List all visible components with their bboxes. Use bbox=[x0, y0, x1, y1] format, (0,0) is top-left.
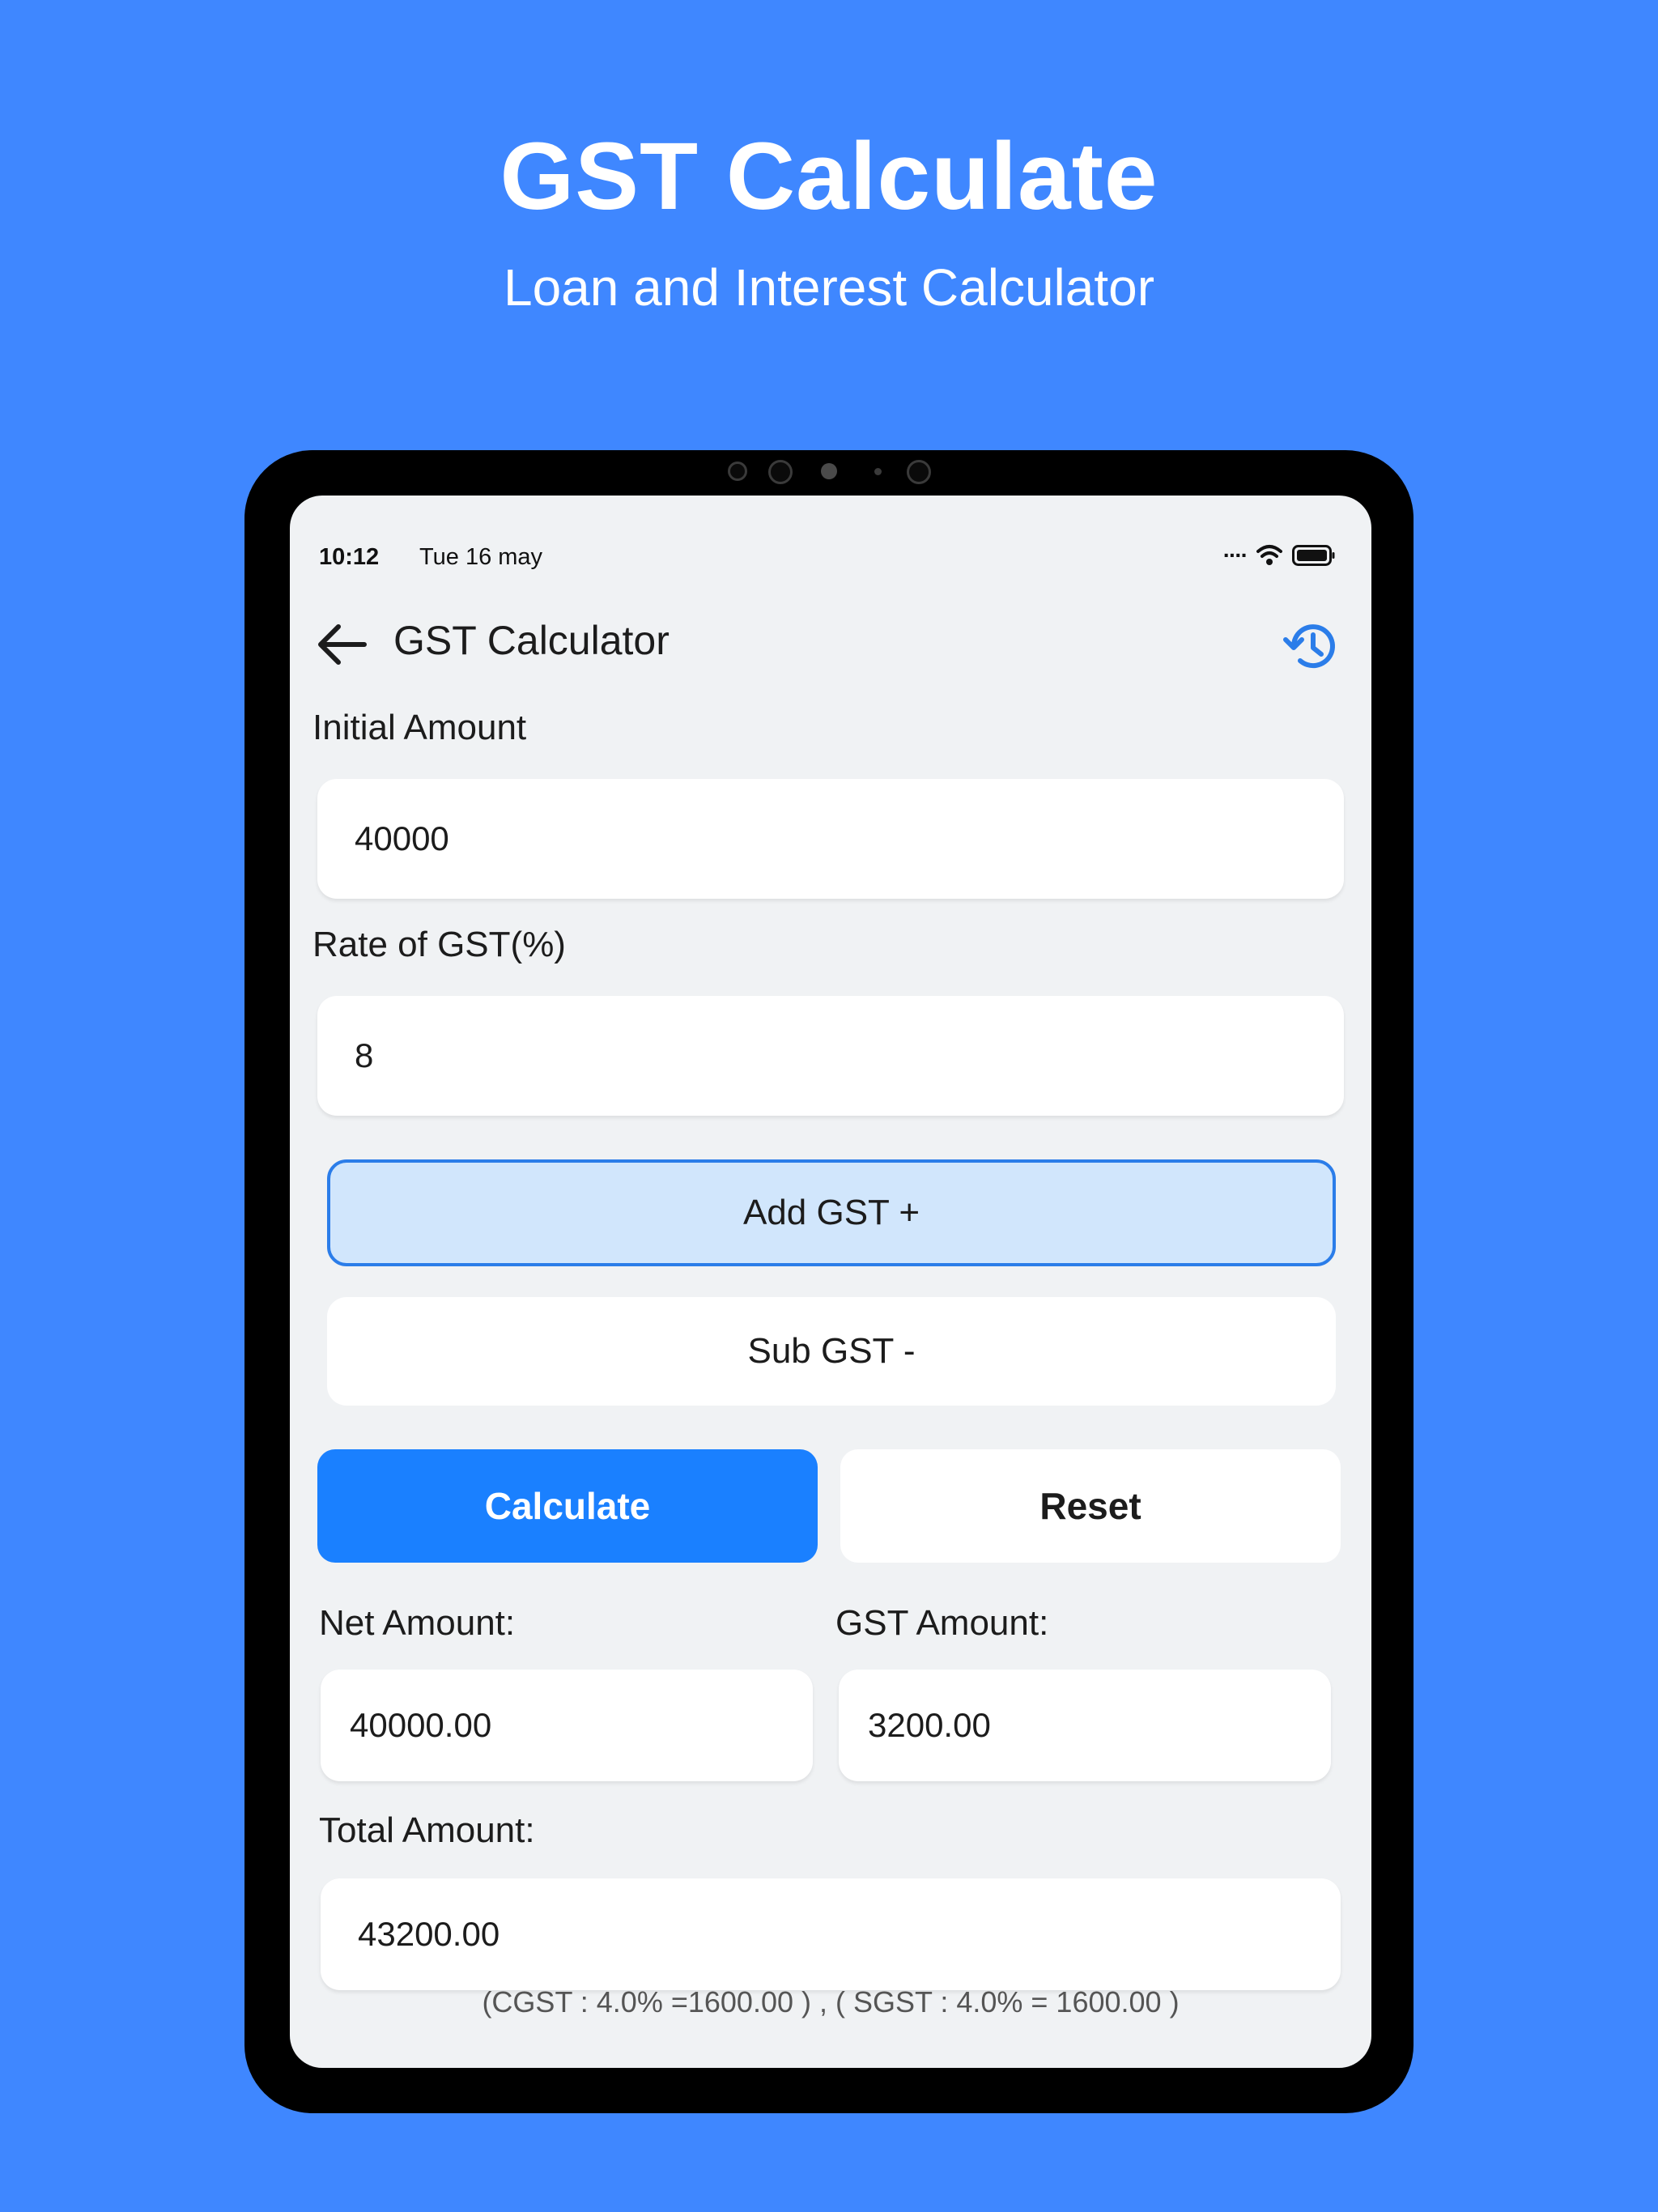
calculate-label: Calculate bbox=[484, 1485, 651, 1527]
page-title: GST Calculator bbox=[393, 618, 670, 663]
total-amount-label: Total Amount: bbox=[319, 1810, 535, 1850]
history-icon bbox=[1283, 624, 1335, 669]
hero-title: GST Calculate bbox=[500, 123, 1158, 230]
sensor-icon bbox=[874, 468, 882, 475]
sub-gst-label: Sub GST - bbox=[747, 1331, 916, 1371]
history-button[interactable] bbox=[1282, 617, 1341, 675]
status-time: 10:12 bbox=[319, 544, 380, 570]
status-date: Tue 16 may bbox=[419, 544, 543, 570]
gst-amount-value: 3200.00 bbox=[868, 1706, 991, 1744]
hero-subtitle: Loan and Interest Calculator bbox=[503, 258, 1155, 317]
net-amount-label: Net Amount: bbox=[319, 1603, 516, 1643]
signal-dots-icon: ···· bbox=[1222, 542, 1248, 568]
sub-gst-button[interactable]: Sub GST - bbox=[327, 1297, 1336, 1406]
add-gst-label: Add GST + bbox=[742, 1193, 920, 1232]
app-screen: 10:12 Tue 16 may ···· GST Calculator Ini… bbox=[290, 496, 1371, 2068]
total-amount-value: 43200.00 bbox=[358, 1915, 500, 1953]
sensor-icon bbox=[821, 463, 837, 479]
sensor-icon bbox=[728, 462, 747, 481]
gst-amount-field: 3200.00 bbox=[839, 1670, 1331, 1781]
gst-amount-label: GST Amount: bbox=[835, 1603, 1049, 1643]
wifi-icon bbox=[1256, 545, 1282, 565]
reset-button[interactable]: Reset bbox=[840, 1449, 1341, 1563]
initial-amount-label: Initial Amount bbox=[312, 708, 527, 747]
camera-icon bbox=[768, 460, 793, 484]
gst-breakdown: (CGST : 4.0% =1600.00 ) , ( SGST : 4.0% … bbox=[482, 1985, 1180, 2018]
total-amount-field: 43200.00 bbox=[321, 1878, 1341, 1990]
battery-icon bbox=[1292, 545, 1335, 566]
calculate-button[interactable]: Calculate bbox=[317, 1449, 818, 1563]
gst-rate-value: 8 bbox=[355, 1036, 374, 1074]
gst-rate-label: Rate of GST(%) bbox=[312, 925, 566, 964]
tablet-frame: 10:12 Tue 16 may ···· GST Calculator Ini… bbox=[244, 450, 1414, 2113]
back-button[interactable] bbox=[314, 620, 369, 669]
net-amount-field: 40000.00 bbox=[321, 1670, 813, 1781]
initial-amount-value: 40000 bbox=[355, 819, 449, 857]
net-amount-value: 40000.00 bbox=[350, 1706, 492, 1744]
initial-amount-field[interactable]: 40000 bbox=[317, 779, 1344, 899]
gst-rate-field[interactable]: 8 bbox=[317, 996, 1344, 1116]
add-gst-button[interactable]: Add GST + bbox=[327, 1159, 1336, 1266]
status-icons: ···· bbox=[1223, 542, 1336, 568]
camera-icon bbox=[907, 460, 931, 484]
reset-label: Reset bbox=[1039, 1485, 1141, 1527]
arrow-left-icon bbox=[318, 624, 367, 665]
